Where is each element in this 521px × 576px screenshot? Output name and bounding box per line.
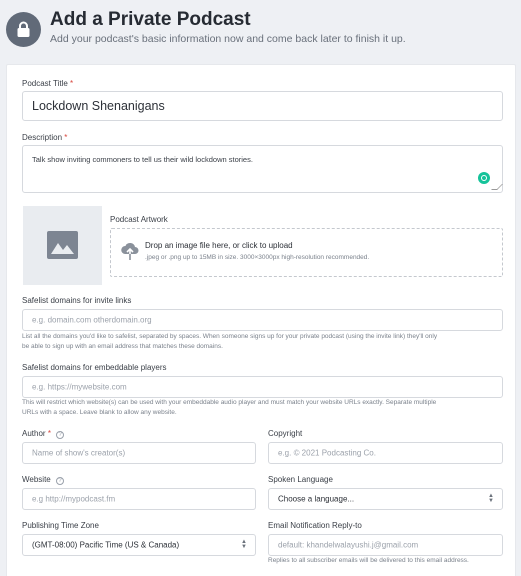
description-textarea[interactable]: Talk show inviting commoners to tell us … [22,145,503,193]
artwork-dropzone[interactable]: Drop an image file here, or click to upl… [110,228,503,277]
language-label: Spoken Language [268,475,333,484]
select-arrows-icon: ▲ ▼ [241,539,247,550]
description-label: Description * [22,133,68,142]
dropzone-text: Drop an image file here, or click to upl… [145,241,293,250]
page-title: Add a Private Podcast [50,9,251,30]
title-label: Podcast Title * [22,79,74,88]
page-subtitle: Add your podcast's basic information now… [50,33,406,45]
required-mark: * [47,429,51,438]
page-header: Add a Private Podcast Add your podcast's… [0,0,521,58]
podcast-title-input[interactable]: Lockdown Shenanigans [22,91,503,121]
artwork-placeholder [23,206,102,285]
safelist-embed-input[interactable]: e.g. https://mywebsite.com [22,376,503,398]
cloud-upload-icon [121,242,139,260]
podcast-form-card: Podcast Title * Lockdown Shenanigans Des… [6,64,516,576]
copyright-input[interactable]: e.g. © 2021 Podcasting Co. [268,442,503,464]
required-mark: * [70,79,74,88]
reply-to-label: Email Notification Reply-to [268,521,362,530]
reply-to-hint: Replies to all subscriber emails will be… [268,557,469,564]
language-select[interactable]: Choose a language... ▲ ▼ [268,488,503,510]
safelist-invite-input[interactable]: e.g. domain.com otherdomain.org [22,309,503,331]
grammarly-icon[interactable] [478,172,490,184]
dropzone-hint: .jpeg or .png up to 15MB in size. 3000×3… [145,254,370,261]
copyright-label: Copyright [268,429,303,438]
timezone-select[interactable]: (GMT-08:00) Pacific Time (US & Canada) ▲… [22,534,256,556]
artwork-label: Podcast Artwork [110,215,168,224]
required-mark: * [64,133,68,142]
timezone-label: Publishing Time Zone [22,521,99,530]
resize-handle-icon[interactable] [491,184,503,190]
help-icon[interactable]: ? [56,477,64,485]
select-arrows-icon: ▲ ▼ [488,493,494,504]
safelist-embed-label: Safelist domains for embeddable players [22,363,167,372]
safelist-embed-hint: This will restrict which website(s) can … [22,399,437,416]
website-label: Website ? [22,475,64,485]
reply-to-input[interactable]: default: khandelwalayushi.j@gmail.com [268,534,503,556]
safelist-invite-label: Safelist domains for invite links [22,296,132,305]
image-icon [47,231,78,259]
help-icon[interactable]: ? [56,431,65,439]
lock-badge [6,12,41,47]
website-input[interactable]: e.g http://mypodcast.fm [22,488,256,510]
safelist-invite-hint: List all the domains you'd like to safel… [22,333,438,350]
lock-icon [17,21,30,37]
author-label: Author * ? [22,429,65,439]
author-input[interactable]: Name of show's creator(s) [22,442,256,464]
